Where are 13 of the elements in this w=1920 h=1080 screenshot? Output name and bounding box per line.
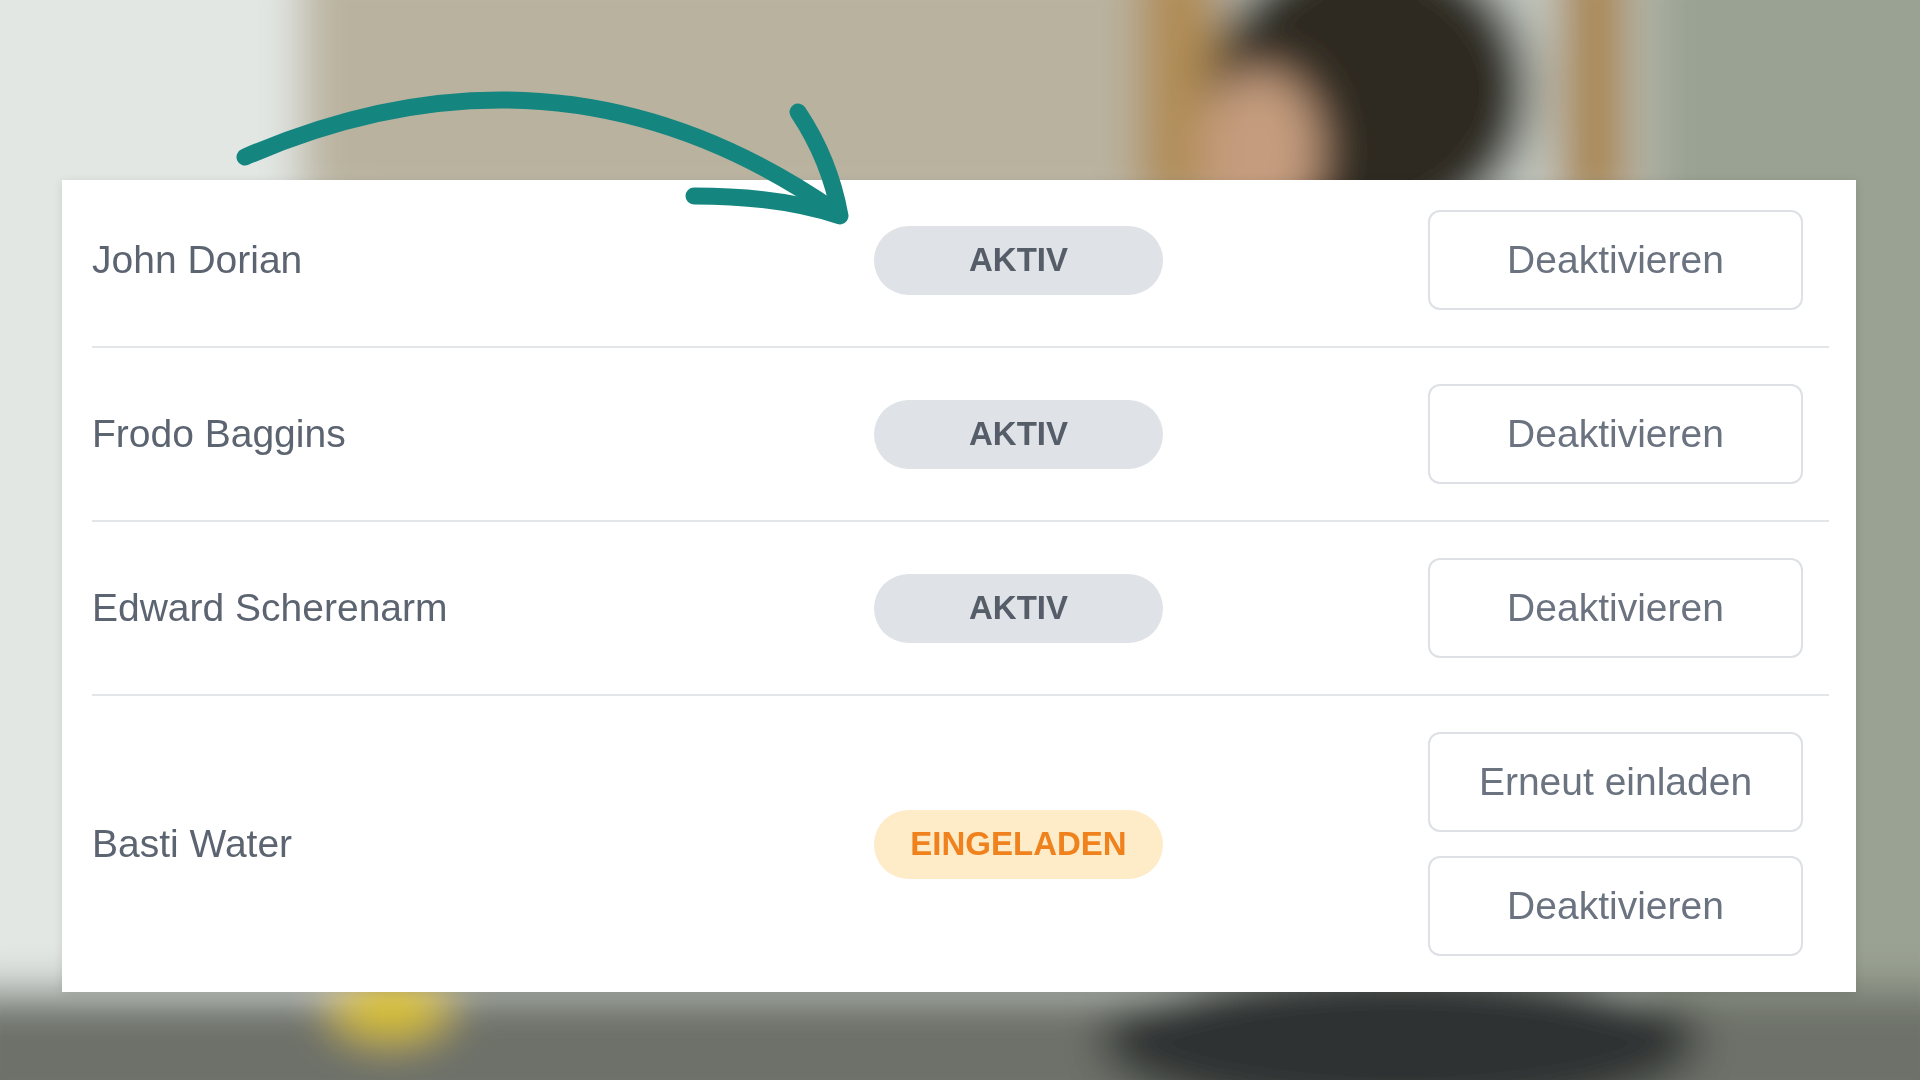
action-button[interactable]: Deaktivieren [1428, 384, 1803, 484]
member-name: John Dorian [92, 238, 304, 282]
member-name: Basti Water [92, 822, 294, 866]
status-label: EINGELADEN [874, 809, 1163, 879]
member-name: Edward Scherenarm [92, 586, 449, 630]
status-label: AKTIV [874, 225, 1163, 295]
action-button[interactable]: Erneut einladen [1428, 732, 1803, 832]
member-name: Frodo Baggins [92, 412, 347, 456]
action-button[interactable]: Deaktivieren [1428, 210, 1803, 310]
status-label: AKTIV [874, 399, 1163, 469]
action-button[interactable]: Deaktivieren [1428, 856, 1803, 956]
status-label: AKTIV [874, 573, 1163, 643]
action-button[interactable]: Deaktivieren [1428, 558, 1803, 658]
